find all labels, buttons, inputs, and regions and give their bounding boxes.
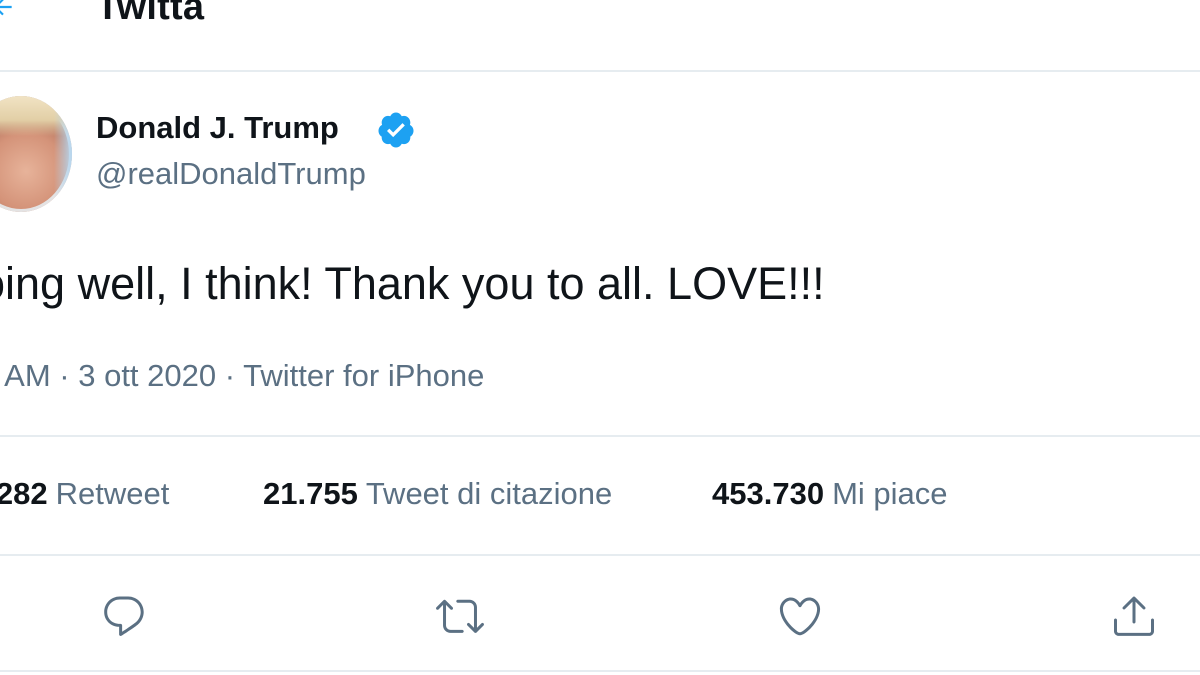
- divider: [0, 670, 1200, 672]
- page-header: Twitta: [0, 0, 1200, 72]
- tweet-text: oing well, I think! Thank you to all. LO…: [0, 258, 825, 309]
- author-handle[interactable]: @realDonaldTrump: [96, 156, 366, 192]
- tweet-meta: 1 AM · 3 ott 2020 · Twitter for iPhone: [0, 358, 484, 394]
- tweet-source[interactable]: Twitter for iPhone: [243, 358, 484, 393]
- like-count-link[interactable]: 453.730 Mi piace: [712, 476, 948, 512]
- page-title: Twitta: [96, 0, 205, 28]
- retweet-label: Retweet: [55, 476, 170, 511]
- like-label: Mi piace: [832, 476, 948, 511]
- quote-label: Tweet di citazione: [365, 476, 613, 511]
- share-button[interactable]: [1110, 592, 1158, 640]
- quote-count-link[interactable]: 21.755 Tweet di citazione: [263, 476, 612, 512]
- avatar[interactable]: [0, 96, 72, 212]
- meta-separator: ·: [50, 358, 79, 393]
- quote-count: 21.755: [263, 476, 358, 511]
- reply-icon: [104, 596, 144, 636]
- like-button[interactable]: [776, 592, 824, 640]
- heart-icon: [779, 597, 821, 636]
- tweet-detail-page: Twitta Donald J. Trump @realDonaldTrump …: [0, 0, 1200, 675]
- share-icon: [1114, 596, 1154, 636]
- verified-badge-icon: [378, 112, 414, 148]
- divider: [0, 435, 1200, 437]
- retweet-count-link[interactable]: 7.282Retweet: [0, 476, 169, 512]
- divider: [0, 554, 1200, 556]
- back-arrow-icon[interactable]: [0, 0, 16, 20]
- retweet-icon: [436, 599, 484, 633]
- author-display-name[interactable]: Donald J. Trump: [96, 110, 339, 146]
- meta-separator: ·: [216, 358, 244, 393]
- tweet-time[interactable]: 1 AM: [0, 358, 51, 393]
- retweet-button[interactable]: [436, 592, 484, 640]
- reply-button[interactable]: [100, 592, 148, 640]
- tweet-date[interactable]: 3 ott 2020: [78, 358, 216, 393]
- retweet-count: 7.282: [0, 476, 48, 511]
- like-count: 453.730: [712, 476, 825, 511]
